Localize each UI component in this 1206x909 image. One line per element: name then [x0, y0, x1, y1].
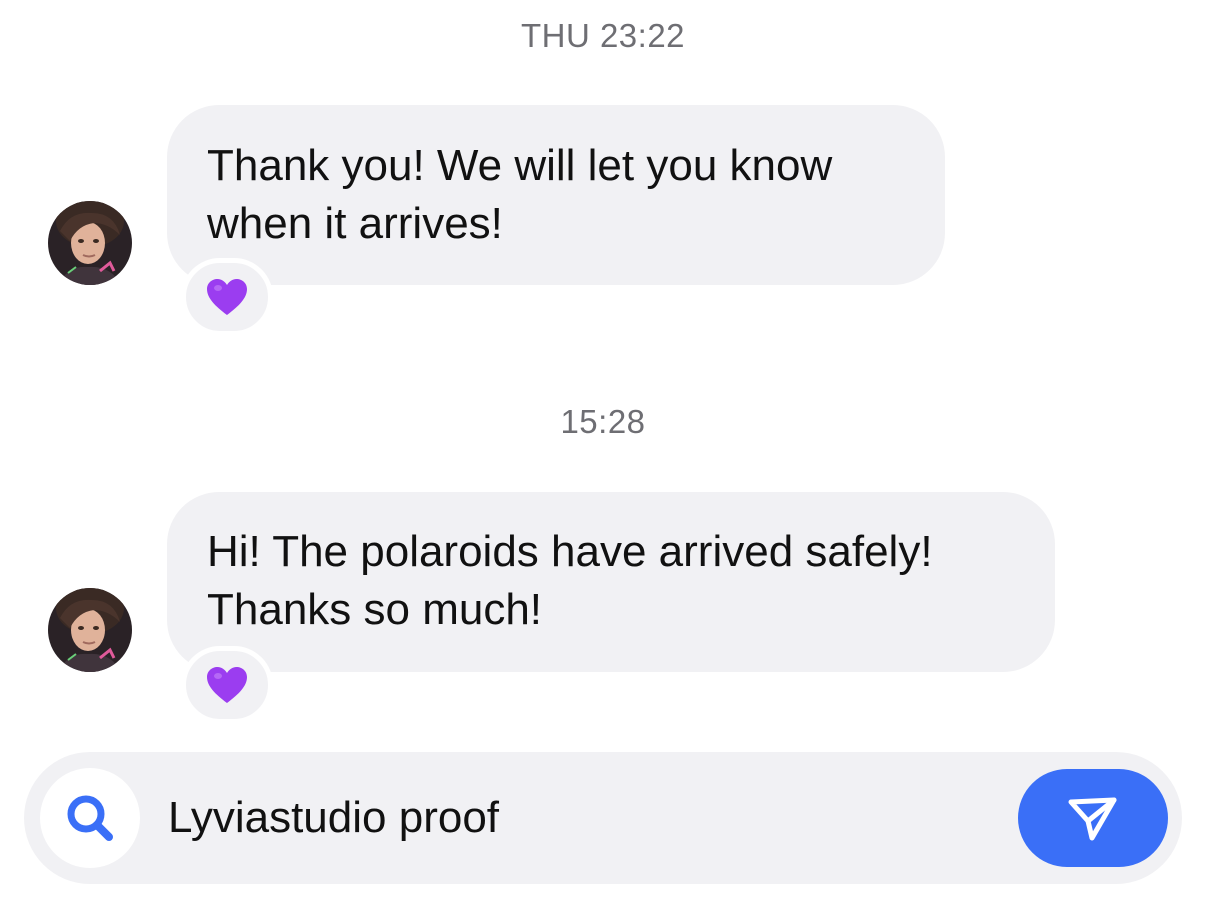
- purple-heart-icon: [207, 667, 247, 703]
- avatar[interactable]: [48, 588, 132, 672]
- search-button[interactable]: [40, 768, 140, 868]
- message-composer: [24, 752, 1182, 884]
- message-text-line: Hi! The polaroids have arrived safely!: [207, 527, 933, 576]
- message-text-line: when it arrives!: [207, 199, 503, 248]
- send-button[interactable]: [1018, 769, 1168, 867]
- timestamp: THU 23:22: [520, 17, 686, 54]
- avatar-image: [48, 201, 132, 285]
- reaction-badge[interactable]: [181, 258, 273, 336]
- message-bubble[interactable]: Hi! The polaroids have arrived safely! T…: [167, 492, 1055, 672]
- avatar[interactable]: [48, 201, 132, 285]
- message-text-line: Thank you! We will let you know: [207, 141, 833, 190]
- message-input[interactable]: [168, 788, 988, 848]
- message-text-line: Thanks so much!: [207, 585, 543, 634]
- chat-screen: THU 23:22 Thank you! We will let you kno…: [0, 0, 1206, 909]
- avatar-image: [48, 588, 132, 672]
- purple-heart-icon: [207, 279, 247, 315]
- search-icon: [67, 795, 113, 841]
- message-bubble[interactable]: Thank you! We will let you know when it …: [167, 105, 945, 285]
- send-icon: [1068, 797, 1117, 841]
- timestamp: 15:28: [560, 403, 646, 440]
- reaction-badge[interactable]: [181, 646, 273, 724]
